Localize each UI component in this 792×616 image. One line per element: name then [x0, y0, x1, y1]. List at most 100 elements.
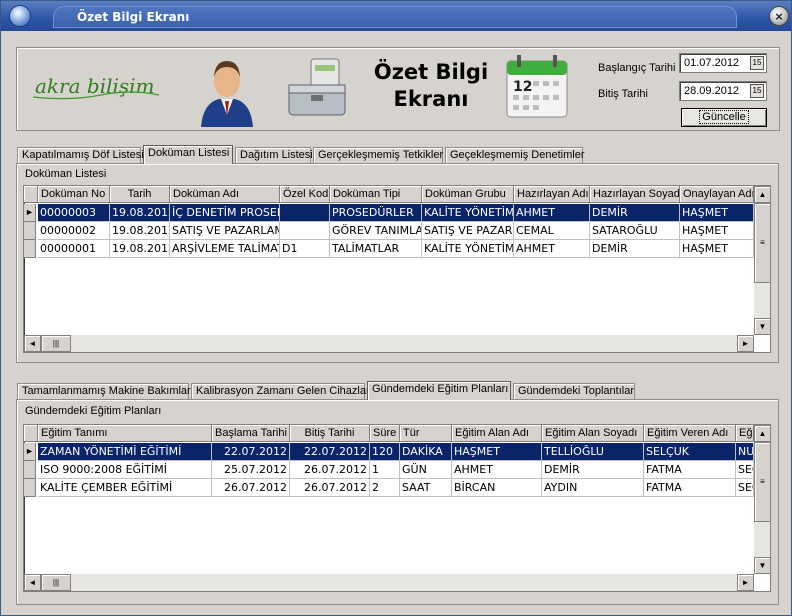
- training-grid-hscroll[interactable]: ◄ ||| ►: [24, 574, 754, 591]
- cell-dokuman-adi[interactable]: ARŞİVLEME TALİMAT: [170, 240, 280, 258]
- col-tarih[interactable]: Tarih: [110, 186, 170, 203]
- cell-tur[interactable]: SAAT: [400, 479, 452, 497]
- table-row[interactable]: 00000001 19.08.2012 ARŞİVLEME TALİMAT D1…: [24, 240, 754, 258]
- cell-bitis-tarihi[interactable]: 22.07.2012: [290, 443, 370, 461]
- cell-egitim-alan-soyadi[interactable]: DEMİR: [542, 461, 644, 479]
- tab-dagitim-listesi[interactable]: Dağıtım Listesi: [235, 147, 313, 163]
- tab-gerceklesmemis-tetkikler[interactable]: Gerçekleşmemiş Tetkikler: [313, 147, 443, 163]
- scroll-up-button[interactable]: ▲: [754, 425, 770, 442]
- vscroll-thumb[interactable]: ≡: [754, 442, 770, 522]
- cell-onaylayan-adi[interactable]: HAŞMET: [680, 240, 754, 258]
- cell-hazirlayan-adi[interactable]: AHMET: [514, 204, 590, 222]
- cell-dokuman-tipi[interactable]: TALİMATLAR: [330, 240, 422, 258]
- cell-dokuman-tipi[interactable]: PROSEDÜRLER: [330, 204, 422, 222]
- cell-egitim-alan-adi[interactable]: AHMET: [452, 461, 542, 479]
- cell-egitim-alan-soyadi[interactable]: AYDIN: [542, 479, 644, 497]
- col-egitim-truncated[interactable]: Eği: [736, 425, 754, 442]
- vscroll-thumb[interactable]: ≡: [754, 203, 770, 283]
- col-egitim-alan-soyadi[interactable]: Eğitim Alan Soyadı: [542, 425, 644, 442]
- training-grid[interactable]: Eğitim Tanımı Başlama Tarihi Bitiş Tarih…: [23, 424, 771, 592]
- tab-egitim-planlari[interactable]: Gündemdeki Eğitim Planları: [367, 381, 511, 400]
- cell-dokuman-no[interactable]: 00000001: [38, 240, 110, 258]
- table-row[interactable]: ► 00000003 19.08.2012 İÇ DENETİM PROSED …: [24, 204, 754, 222]
- col-dokuman-tipi[interactable]: Doküman Tipi: [330, 186, 422, 203]
- col-dokuman-adi[interactable]: Doküman Adı: [170, 186, 280, 203]
- cell-sure[interactable]: 2: [370, 479, 400, 497]
- col-egitim-tanimi[interactable]: Eğitim Tanımı: [38, 425, 212, 442]
- cell-bitis-tarihi[interactable]: 26.07.2012: [290, 479, 370, 497]
- col-hazirlayan-adi[interactable]: Hazırlayan Adı: [514, 186, 590, 203]
- table-row[interactable]: KALİTE ÇEMBER EĞİTİMİ 26.07.2012 26.07.2…: [24, 479, 754, 497]
- training-grid-vscroll[interactable]: ▲ ≡ ▼: [754, 425, 770, 574]
- tab-gerceklesmemis-denetimler[interactable]: Geçekleşmemiş Denetimler: [445, 147, 584, 163]
- col-dokuman-grubu[interactable]: Doküman Grubu: [422, 186, 514, 203]
- cell-tarih[interactable]: 19.08.2012: [110, 222, 170, 240]
- col-sure[interactable]: Süre: [370, 425, 400, 442]
- cell-dokuman-no[interactable]: 00000002: [38, 222, 110, 240]
- cell-egitim-veren-adi[interactable]: SELÇUK: [644, 443, 736, 461]
- cell-egitim-tanimi[interactable]: ZAMAN YÖNETİMİ EĞİTİMİ: [38, 443, 212, 461]
- end-date-field[interactable]: 28.09.2012 15: [679, 81, 767, 101]
- cell-dokuman-no[interactable]: 00000003: [38, 204, 110, 222]
- cell-egitim-alan-adi[interactable]: BİRCAN: [452, 479, 542, 497]
- cell-hazirlayan-soyadi[interactable]: SATAROĞLU: [590, 222, 680, 240]
- scroll-right-button[interactable]: ►: [737, 574, 754, 591]
- col-egitim-alan-adi[interactable]: Eğitim Alan Adı: [452, 425, 542, 442]
- cell-dokuman-grubu[interactable]: KALİTE YÖNETİM: [422, 204, 514, 222]
- cell-egitim-tanimi[interactable]: ISO 9000:2008 EĞİTİMİ: [38, 461, 212, 479]
- scroll-left-button[interactable]: ◄: [24, 335, 41, 352]
- col-ozel-kod[interactable]: Özel Kod: [280, 186, 330, 203]
- cell-dokuman-adi[interactable]: SATIŞ VE PAZARLAM: [170, 222, 280, 240]
- table-row[interactable]: 00000002 19.08.2012 SATIŞ VE PAZARLAM GÖ…: [24, 222, 754, 240]
- cell-ozel-kod[interactable]: [280, 222, 330, 240]
- cell-dokuman-adi[interactable]: İÇ DENETİM PROSED: [170, 204, 280, 222]
- cell-egitim-veren-adi[interactable]: FATMA: [644, 461, 736, 479]
- close-button[interactable]: ×: [769, 6, 789, 26]
- cell-egitim-truncated[interactable]: NU: [736, 443, 754, 461]
- cell-baslama-tarihi[interactable]: 26.07.2012: [212, 479, 290, 497]
- scroll-right-button[interactable]: ►: [737, 335, 754, 352]
- table-row[interactable]: ► ZAMAN YÖNETİMİ EĞİTİMİ 22.07.2012 22.0…: [24, 443, 754, 461]
- cell-dokuman-tipi[interactable]: GÖREV TANIMLA: [330, 222, 422, 240]
- tab-makine-bakimlari[interactable]: Tamamlanmamış Makine Bakımları: [17, 383, 194, 399]
- col-bitis-tarihi[interactable]: Bitiş Tarihi: [290, 425, 370, 442]
- end-date-picker-button[interactable]: 15: [750, 84, 764, 98]
- cell-egitim-veren-adi[interactable]: FATMA: [644, 479, 736, 497]
- tab-kalibrasyon[interactable]: Kalibrasyon Zamanı Gelen Cihazlar: [191, 383, 370, 399]
- cell-ozel-kod[interactable]: D1: [280, 240, 330, 258]
- col-baslama-tarihi[interactable]: Başlama Tarihi: [212, 425, 290, 442]
- cell-bitis-tarihi[interactable]: 26.07.2012: [290, 461, 370, 479]
- cell-dokuman-grubu[interactable]: SATIŞ VE PAZAR: [422, 222, 514, 240]
- tab-toplantilar[interactable]: Gündemdeki Toplantılar: [513, 383, 635, 399]
- document-grid-hscroll[interactable]: ◄ ||| ►: [24, 335, 754, 352]
- cell-onaylayan-adi[interactable]: HAŞMET: [680, 204, 754, 222]
- cell-baslama-tarihi[interactable]: 25.07.2012: [212, 461, 290, 479]
- cell-hazirlayan-soyadi[interactable]: DEMİR: [590, 240, 680, 258]
- scroll-down-button[interactable]: ▼: [754, 557, 770, 574]
- cell-egitim-truncated[interactable]: SEÇ: [736, 479, 754, 497]
- col-dokuman-no[interactable]: Doküman No: [38, 186, 110, 203]
- cell-hazirlayan-adi[interactable]: AHMET: [514, 240, 590, 258]
- hscroll-thumb[interactable]: |||: [41, 335, 71, 352]
- cell-tarih[interactable]: 19.08.2012: [110, 240, 170, 258]
- document-grid[interactable]: Doküman No Tarih Doküman Adı Özel Kod Do…: [23, 185, 771, 353]
- scroll-down-button[interactable]: ▼: [754, 318, 770, 335]
- cell-baslama-tarihi[interactable]: 22.07.2012: [212, 443, 290, 461]
- document-grid-vscroll[interactable]: ▲ ≡ ▼: [754, 186, 770, 335]
- col-tur[interactable]: Tür: [400, 425, 452, 442]
- cell-tarih[interactable]: 19.08.2012: [110, 204, 170, 222]
- col-egitim-veren-adi[interactable]: Eğitim Veren Adı: [644, 425, 736, 442]
- tab-kapatilmamis-dof[interactable]: Kapatılmamış Döf Listesi: [17, 147, 144, 163]
- table-row[interactable]: ISO 9000:2008 EĞİTİMİ 25.07.2012 26.07.2…: [24, 461, 754, 479]
- tab-dokuman-listesi[interactable]: Doküman Listesi: [143, 145, 233, 164]
- start-date-picker-button[interactable]: 15: [750, 56, 764, 70]
- cell-tur[interactable]: DAKİKA: [400, 443, 452, 461]
- cell-sure[interactable]: 120: [370, 443, 400, 461]
- scroll-up-button[interactable]: ▲: [754, 186, 770, 203]
- cell-hazirlayan-adi[interactable]: CEMAL: [514, 222, 590, 240]
- cell-tur[interactable]: GÜN: [400, 461, 452, 479]
- cell-egitim-truncated[interactable]: SEÇ: [736, 461, 754, 479]
- cell-egitim-alan-soyadi[interactable]: TELLİOĞLU: [542, 443, 644, 461]
- cell-hazirlayan-soyadi[interactable]: DEMİR: [590, 204, 680, 222]
- cell-egitim-alan-adi[interactable]: HAŞMET: [452, 443, 542, 461]
